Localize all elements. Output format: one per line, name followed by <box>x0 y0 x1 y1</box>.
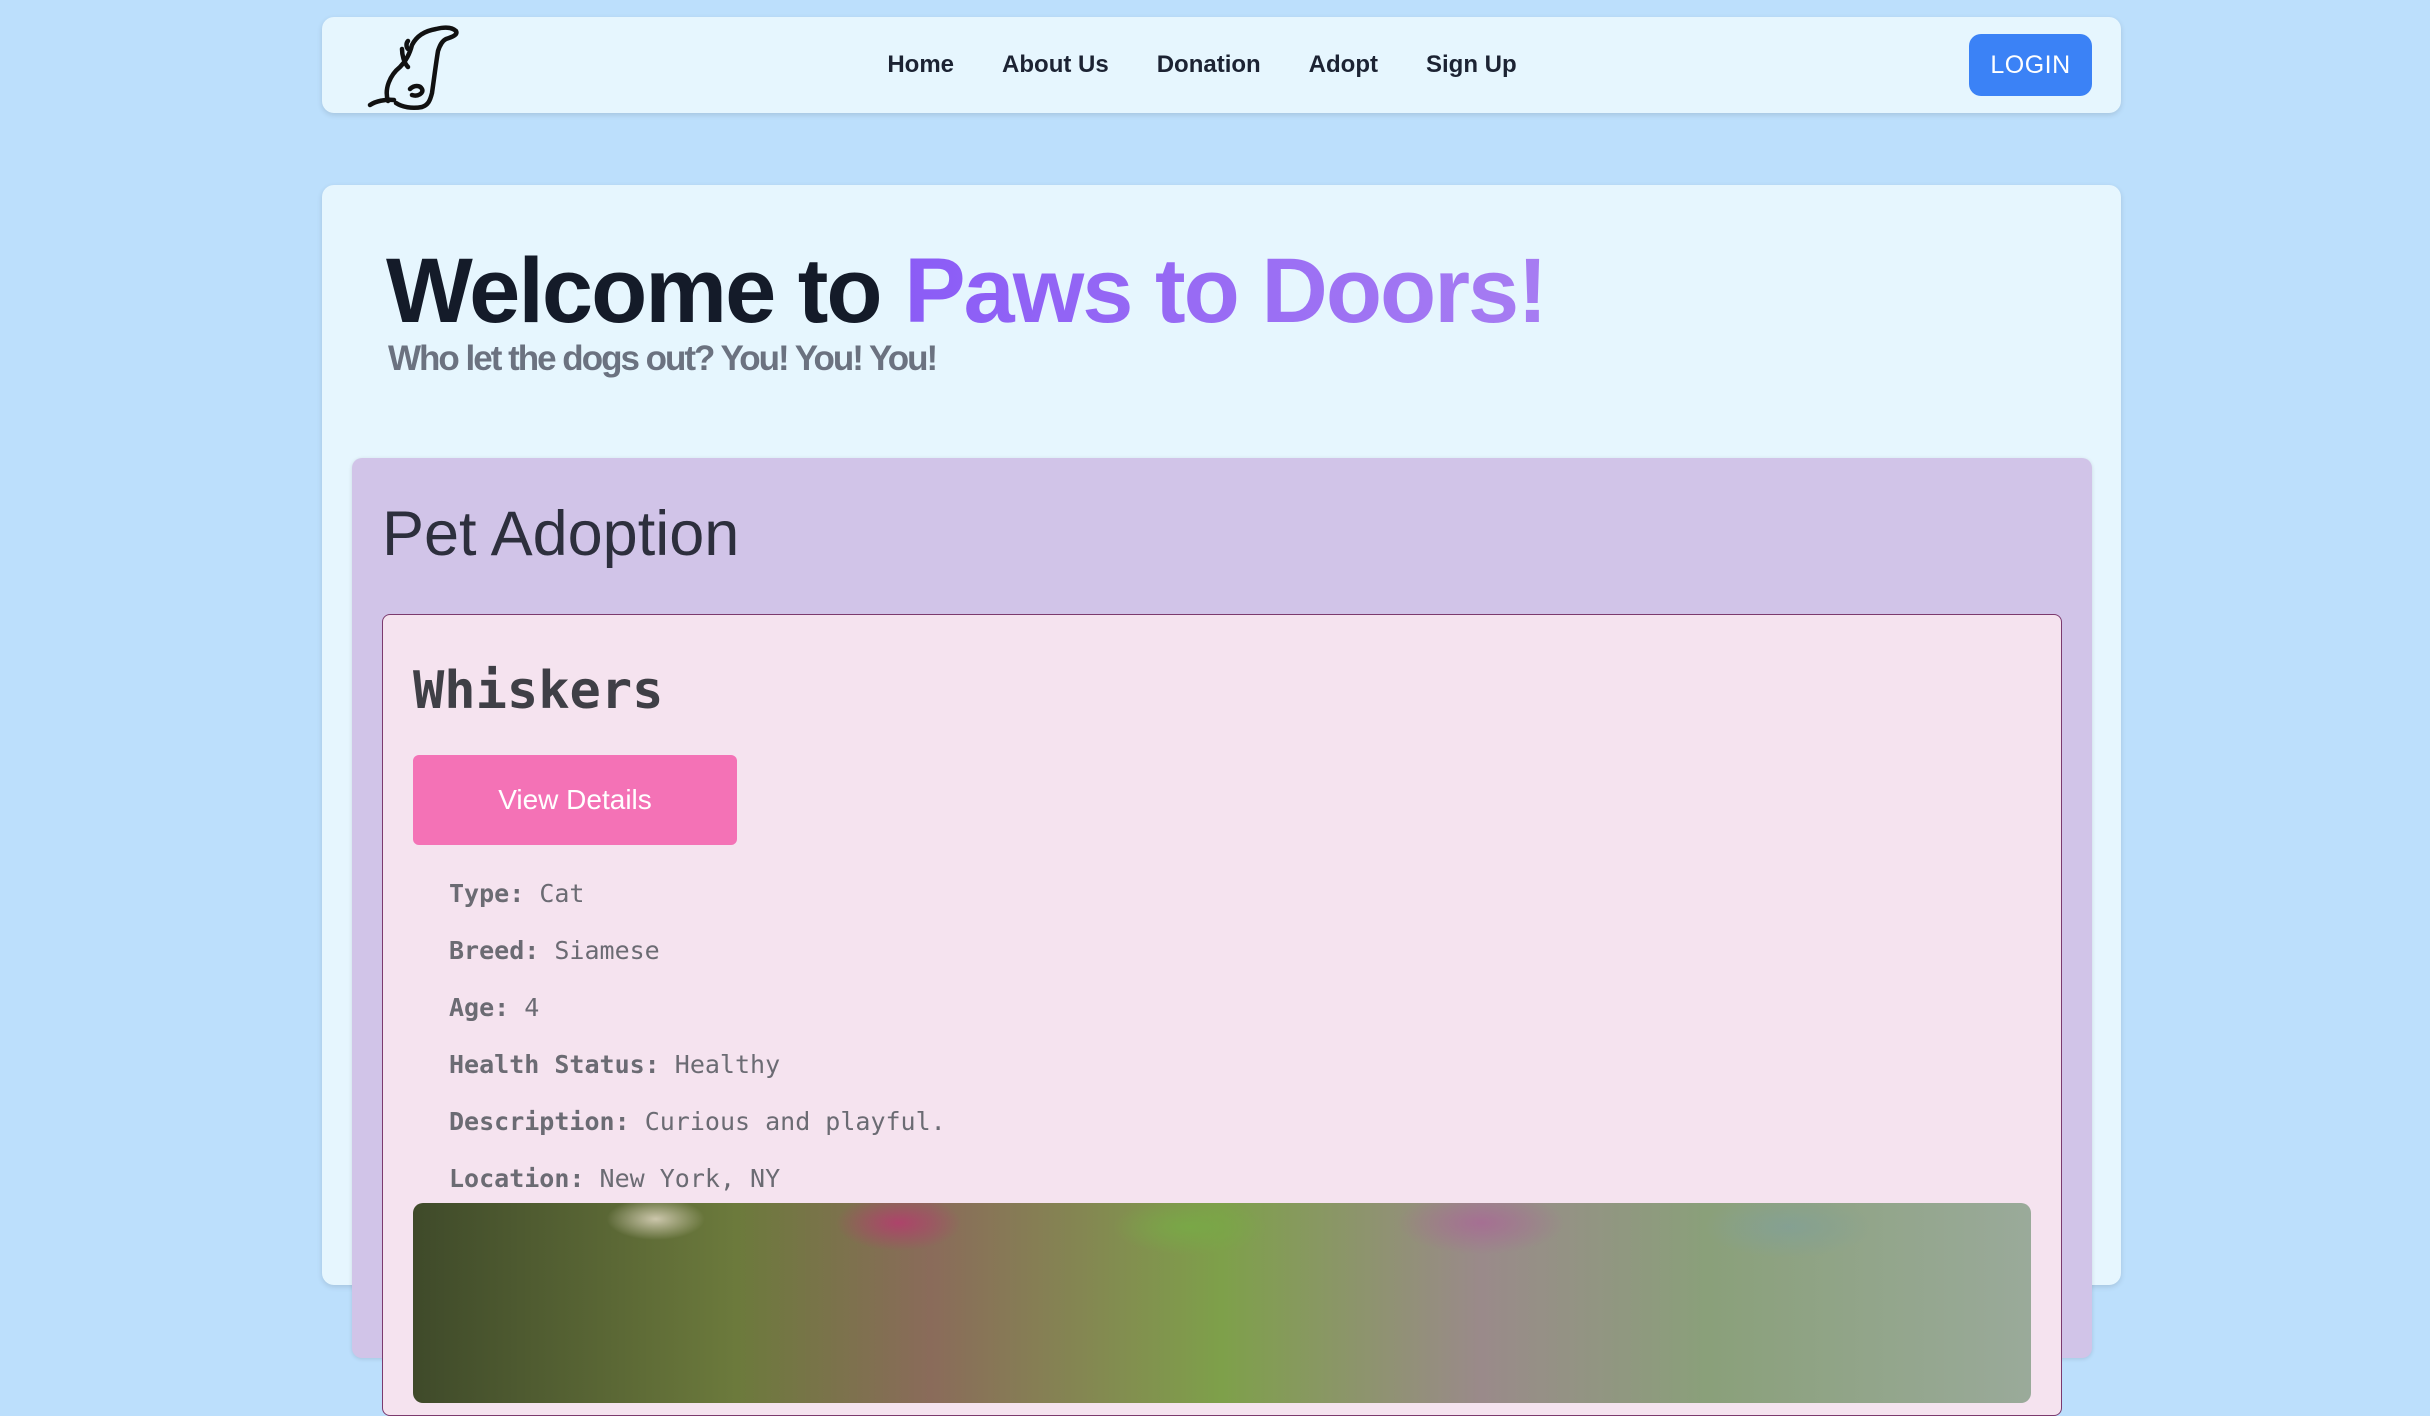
pet-card: Whiskers View Details Type: Cat Breed: S… <box>382 614 2062 1416</box>
detail-value: Siamese <box>554 936 660 965</box>
detail-value: Healthy <box>674 1050 781 1079</box>
detail-value: New York, NY <box>599 1164 781 1193</box>
detail-age: Age: 4 <box>449 979 946 1036</box>
detail-label: Health Status: <box>449 1050 660 1079</box>
detail-label: Description: <box>449 1107 630 1136</box>
pet-details-list: Type: Cat Breed: Siamese Age: 4 Health S… <box>449 865 946 1207</box>
detail-label: Location: <box>449 1164 585 1193</box>
detail-label: Breed: <box>449 936 540 965</box>
nav-link-donation[interactable]: Donation <box>1157 51 1261 79</box>
detail-location: Location: New York, NY <box>449 1150 946 1207</box>
detail-health-status: Health Status: Healthy <box>449 1036 946 1093</box>
hero-title-prefix: Welcome to <box>386 240 905 342</box>
pet-photo <box>413 1203 2031 1403</box>
hero-title-brand: Paws to Doors! <box>904 240 1548 342</box>
detail-value: Curious and playful. <box>644 1107 946 1136</box>
hero-subtitle: Who let the dogs out? You! You! You! <box>388 339 938 378</box>
pet-name: Whiskers <box>413 661 664 721</box>
nav-link-about-us[interactable]: About Us <box>1002 51 1109 79</box>
detail-label: Type: <box>449 879 525 908</box>
detail-value: Cat <box>539 879 585 908</box>
detail-label: Age: <box>449 993 510 1022</box>
detail-value: 4 <box>524 993 540 1022</box>
nav-link-sign-up[interactable]: Sign Up <box>1426 51 1517 79</box>
view-details-button[interactable]: View Details <box>413 755 737 845</box>
section-title: Pet Adoption <box>382 499 740 569</box>
dog-logo-icon[interactable] <box>366 23 464 111</box>
nav-link-home[interactable]: Home <box>887 51 954 79</box>
login-button[interactable]: LOGIN <box>1969 34 2092 96</box>
navbar: Home About Us Donation Adopt Sign Up LOG… <box>322 17 2121 113</box>
pet-adoption-section: Pet Adoption Whiskers View Details Type:… <box>352 458 2092 1416</box>
nav-links: Home About Us Donation Adopt Sign Up <box>887 17 1516 113</box>
detail-description: Description: Curious and playful. <box>449 1093 946 1150</box>
detail-breed: Breed: Siamese <box>449 922 946 979</box>
main-panel: Welcome to Paws to Doors! Who let the do… <box>322 185 2121 1416</box>
hero-title: Welcome to Paws to Doors! <box>386 240 1548 342</box>
nav-link-adopt[interactable]: Adopt <box>1309 51 1378 79</box>
detail-type: Type: Cat <box>449 865 946 922</box>
